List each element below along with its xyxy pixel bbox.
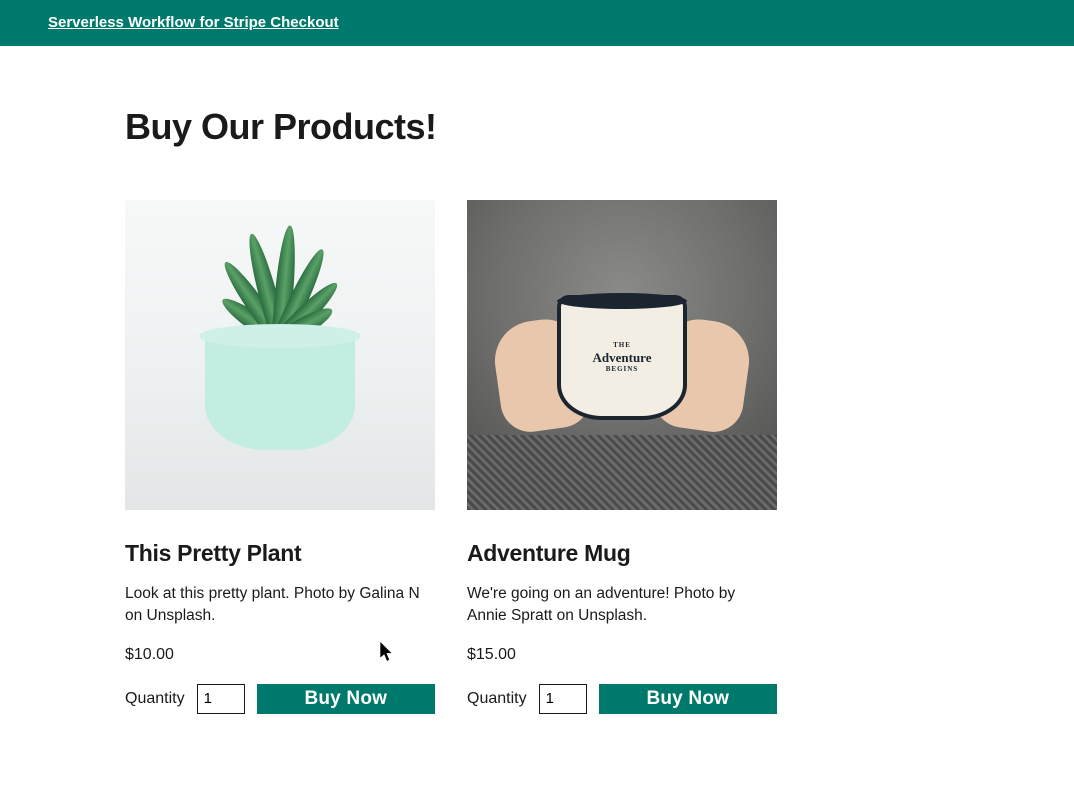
quantity-label: Quantity <box>467 690 527 708</box>
product-description: We're going on an adventure! Photo by An… <box>467 583 777 628</box>
product-price: $15.00 <box>467 646 777 664</box>
product-grid: This Pretty Plant Look at this pretty pl… <box>125 200 949 714</box>
product-title: Adventure Mug <box>467 540 777 567</box>
product-title: This Pretty Plant <box>125 540 435 567</box>
buy-row: Quantity Buy Now <box>125 684 435 714</box>
quantity-input[interactable] <box>539 684 587 714</box>
header-title-link[interactable]: Serverless Workflow for Stripe Checkout <box>48 14 339 31</box>
product-image-mug: THE Adventure BEGINS <box>467 200 777 510</box>
product-card-plant: This Pretty Plant Look at this pretty pl… <box>125 200 435 714</box>
product-description: Look at this pretty plant. Photo by Gali… <box>125 583 435 628</box>
mug-graphic-text: THE Adventure BEGINS <box>593 341 652 373</box>
product-image-plant <box>125 200 435 510</box>
header-bar: Serverless Workflow for Stripe Checkout <box>0 0 1074 46</box>
quantity-label: Quantity <box>125 690 185 708</box>
product-price: $10.00 <box>125 646 435 664</box>
buy-row: Quantity Buy Now <box>467 684 777 714</box>
buy-now-button[interactable]: Buy Now <box>599 684 777 714</box>
quantity-input[interactable] <box>197 684 245 714</box>
buy-now-button[interactable]: Buy Now <box>257 684 435 714</box>
main-content: Buy Our Products! This Pretty Plant Look… <box>77 46 997 754</box>
product-card-mug: THE Adventure BEGINS Adventure Mug We're… <box>467 200 777 714</box>
page-title: Buy Our Products! <box>125 106 949 148</box>
